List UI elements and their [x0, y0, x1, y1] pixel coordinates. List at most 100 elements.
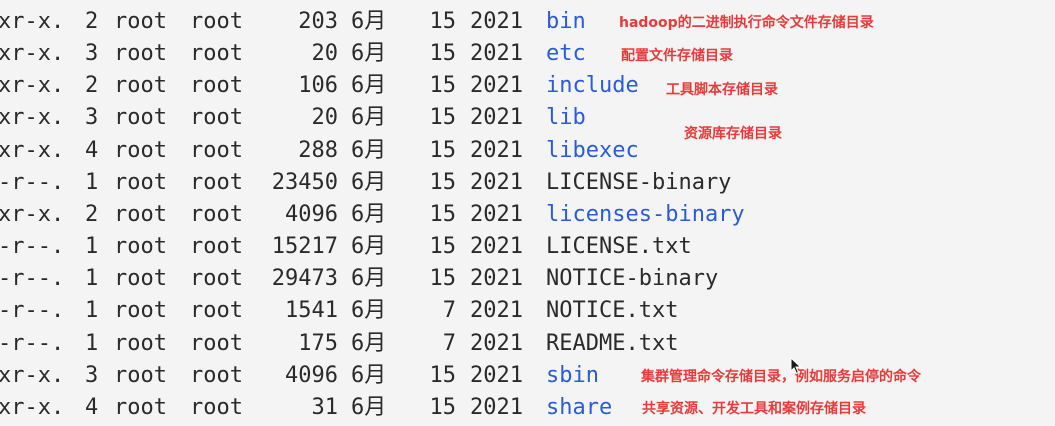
owner: root — [114, 363, 167, 388]
owner: root — [114, 266, 167, 291]
day: 15 — [429, 202, 457, 227]
day: 15 — [429, 138, 457, 163]
owner: root — [114, 170, 167, 195]
file-size: 1541 — [285, 298, 338, 323]
file-size: 15217 — [271, 234, 338, 259]
annotation-include: 工具脚本存储目录 — [666, 82, 778, 98]
link-count: 1 — [85, 298, 99, 323]
group: root — [190, 202, 243, 227]
link-count: 4 — [85, 138, 99, 163]
link-count: 1 — [85, 170, 99, 195]
permissions: xr-x. — [0, 395, 65, 420]
permissions: xr-x. — [0, 73, 65, 98]
permissions: -r--. — [0, 331, 65, 356]
month: 6月 — [351, 41, 387, 66]
link-count: 2 — [85, 9, 99, 34]
link-count: 2 — [85, 202, 99, 227]
permissions: -r--. — [0, 266, 65, 291]
permissions: -r--. — [0, 234, 65, 259]
file-size: 20 — [311, 41, 339, 66]
file-size: 29473 — [271, 266, 338, 291]
month: 6月 — [351, 105, 387, 130]
entry-name-directory[interactable]: include — [546, 70, 639, 102]
day: 15 — [429, 41, 457, 66]
permissions: xr-x. — [0, 9, 65, 34]
listing-row: xr-x. 2 root root 203 6月 15 2021 bin — [0, 6, 586, 38]
entry-name-directory[interactable]: sbin — [546, 360, 599, 392]
link-count: 1 — [85, 234, 99, 259]
annotation-bin: hadoop的二进制执行命令文件存储目录 — [619, 15, 874, 31]
group: root — [190, 170, 243, 195]
day: 15 — [429, 105, 457, 130]
day: 15 — [429, 170, 457, 195]
file-size: 288 — [298, 138, 338, 163]
year: 2021 — [470, 9, 523, 34]
terminal-window: xr-x. 2 root root 203 6月 15 2021 bin xr-… — [0, 0, 1055, 426]
listing-row: xr-x. 4 root root 31 6月 15 2021 share — [0, 392, 612, 424]
annotation-lib: 资源库存储目录 — [684, 126, 782, 142]
year: 2021 — [470, 138, 523, 163]
entry-name-file[interactable]: NOTICE-binary — [546, 263, 718, 295]
link-count: 2 — [85, 73, 99, 98]
entry-name-directory[interactable]: libexec — [546, 135, 639, 167]
file-size: 175 — [298, 331, 338, 356]
month: 6月 — [351, 170, 387, 195]
day: 15 — [429, 234, 457, 259]
month: 6月 — [351, 298, 387, 323]
group: root — [190, 363, 243, 388]
listing-row: xr-x. 4 root root 288 6月 15 2021 libexec — [0, 135, 639, 167]
listing-row: xr-x. 3 root root 20 6月 15 2021 lib — [0, 102, 586, 134]
entry-name-file[interactable]: LICENSE.txt — [546, 231, 692, 263]
entry-name-file[interactable]: LICENSE-binary — [546, 167, 731, 199]
month: 6月 — [351, 363, 387, 388]
year: 2021 — [470, 105, 523, 130]
year: 2021 — [470, 266, 523, 291]
day: 15 — [429, 9, 457, 34]
annotation-sbin: 集群管理命令存储目录，例如服务启停的命令 — [641, 369, 921, 385]
month: 6月 — [351, 202, 387, 227]
entry-name-file[interactable]: NOTICE.txt — [546, 295, 678, 327]
month: 6月 — [351, 234, 387, 259]
day: 15 — [429, 73, 457, 98]
entry-name-directory[interactable]: licenses-binary — [546, 199, 745, 231]
entry-name-file[interactable]: README.txt — [546, 328, 678, 360]
year: 2021 — [470, 170, 523, 195]
owner: root — [114, 298, 167, 323]
day: 7 — [442, 298, 456, 323]
file-size: 23450 — [271, 170, 338, 195]
entry-name-directory[interactable]: lib — [546, 102, 586, 134]
group: root — [190, 9, 243, 34]
day: 15 — [429, 266, 457, 291]
owner: root — [114, 73, 167, 98]
group: root — [190, 331, 243, 356]
permissions: xr-x. — [0, 202, 65, 227]
day: 7 — [442, 331, 456, 356]
year: 2021 — [470, 41, 523, 66]
owner: root — [114, 9, 167, 34]
group: root — [190, 298, 243, 323]
entry-name-directory[interactable]: share — [546, 392, 612, 424]
year: 2021 — [470, 234, 523, 259]
listing-row: -r--. 1 root root 1541 6月 7 2021 NOTICE.… — [0, 295, 678, 327]
month: 6月 — [351, 266, 387, 291]
owner: root — [114, 331, 167, 356]
file-size: 203 — [298, 9, 338, 34]
group: root — [190, 395, 243, 420]
group: root — [190, 105, 243, 130]
link-count: 3 — [85, 41, 99, 66]
owner: root — [114, 41, 167, 66]
link-count: 3 — [85, 105, 99, 130]
day: 15 — [429, 395, 457, 420]
day: 15 — [429, 363, 457, 388]
year: 2021 — [470, 73, 523, 98]
permissions: xr-x. — [0, 105, 65, 130]
entry-name-directory[interactable]: bin — [546, 6, 586, 38]
annotation-etc: 配置文件存储目录 — [621, 48, 733, 64]
listing-row: -r--. 1 root root 175 6月 7 2021 README.t… — [0, 328, 678, 360]
file-size: 4096 — [285, 363, 338, 388]
listing-row: -r--. 1 root root 23450 6月 15 2021 LICEN… — [0, 167, 731, 199]
listing-row: -r--. 1 root root 15217 6月 15 2021 LICEN… — [0, 231, 692, 263]
month: 6月 — [351, 9, 387, 34]
annotation-share: 共享资源、开发工具和案例存储目录 — [642, 401, 866, 417]
entry-name-directory[interactable]: etc — [546, 38, 586, 70]
